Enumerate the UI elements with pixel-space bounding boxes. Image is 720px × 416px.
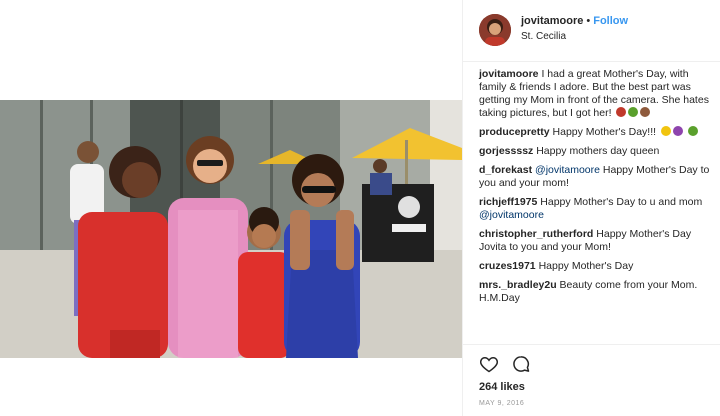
post-header: jovitamoore • Follow St. Cecilia — [463, 0, 720, 62]
comment-username[interactable]: mrs._bradley2u — [479, 279, 557, 291]
divider — [463, 344, 720, 345]
like-count[interactable]: 264 likes — [479, 381, 525, 393]
post-date: MAY 9, 2016 — [479, 400, 525, 407]
list-item: gorjessssz Happy mothers day queen — [479, 145, 715, 158]
post-sidebar: jovitamoore • Follow St. Cecilia jovitamoo… — [462, 0, 720, 416]
comment-username[interactable]: gorjessssz — [479, 145, 533, 157]
comment-icon — [513, 356, 530, 372]
heart-icon — [479, 356, 499, 373]
comment-username[interactable]: d_forekast — [479, 164, 532, 176]
mention-link[interactable]: @jovitamoore — [535, 164, 600, 176]
comment-text: Happy Mother's Day!!! — [552, 126, 657, 138]
comment-list: jovitamoore I had a great Mother's Day, … — [479, 68, 715, 311]
list-item: cruzes1971 Happy Mother's Day — [479, 260, 715, 273]
action-bar — [479, 354, 709, 376]
photo-image — [0, 100, 462, 358]
face-emoji-icon — [640, 107, 651, 117]
face-emoji-icon — [660, 126, 671, 136]
shamrock-emoji-icon — [628, 107, 639, 117]
comment-username[interactable]: christopher_rutherford — [479, 228, 593, 240]
separator-dot: • — [586, 15, 591, 27]
purple-heart-emoji-icon — [672, 126, 683, 136]
list-item: producepretty Happy Mother's Day!!! — [479, 126, 715, 139]
list-item: mrs._bradley2u Beauty come from your Mom… — [479, 279, 715, 305]
mention-link[interactable]: @jovitamoore — [479, 209, 544, 221]
location-link[interactable]: St. Cecilia — [521, 31, 566, 42]
comment-username[interactable]: producepretty — [479, 126, 550, 138]
comment-text: Happy mothers day queen — [536, 145, 660, 157]
follow-button[interactable]: Follow — [593, 15, 628, 27]
list-item: christopher_rutherford Happy Mother's Da… — [479, 228, 715, 254]
comment-username[interactable]: cruzes1971 — [479, 260, 536, 272]
photo-pane — [0, 0, 462, 416]
comment-text: Happy Mother's Day — [538, 260, 634, 272]
like-button[interactable] — [479, 354, 499, 374]
comment-button[interactable] — [511, 354, 531, 374]
list-item: richjeff1975 Happy Mother's Day to u and… — [479, 196, 715, 222]
comment-username[interactable]: richjeff1975 — [479, 196, 537, 208]
shamrock-emoji-icon — [687, 126, 698, 136]
header-user-line: jovitamoore • Follow — [521, 15, 628, 27]
caption-comment: jovitamoore I had a great Mother's Day, … — [479, 68, 715, 120]
list-item: d_forekast @jovitamoore Happy Mother's D… — [479, 164, 715, 190]
post-photo[interactable] — [0, 100, 462, 358]
comment-username[interactable]: jovitamoore — [479, 68, 539, 80]
heart-emoji-icon — [616, 107, 627, 117]
avatar[interactable] — [479, 14, 511, 46]
username-link[interactable]: jovitamoore — [521, 15, 583, 27]
comment-text: Happy Mother's Day to u and mom — [540, 196, 703, 208]
